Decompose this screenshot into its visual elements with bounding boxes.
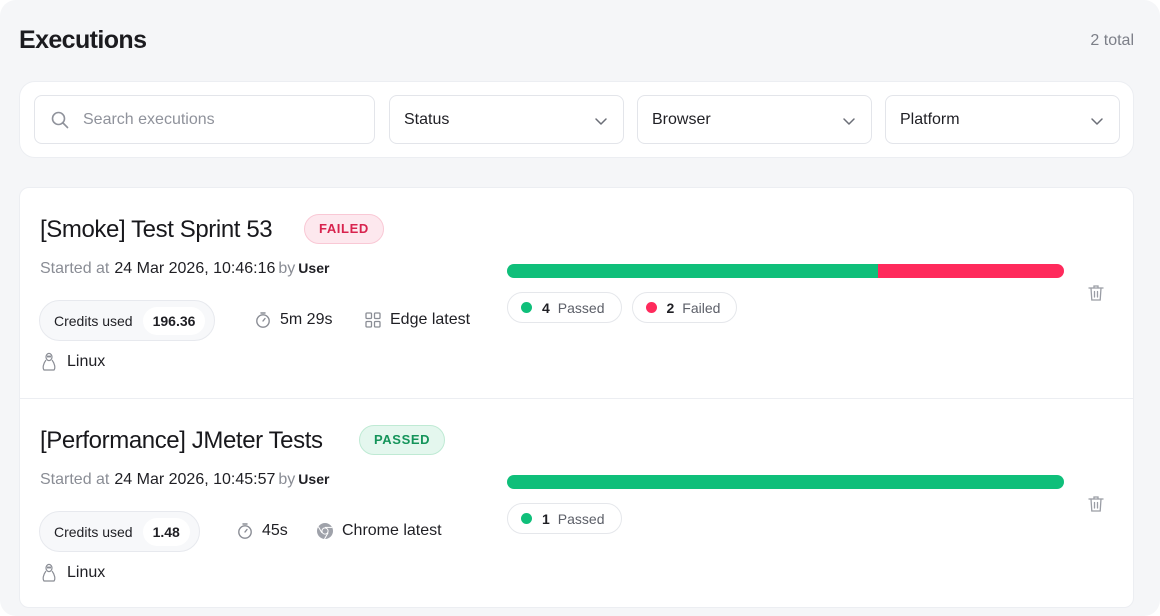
failed-dot <box>645 302 657 313</box>
started-at: Started at 24 Mar 2026, 10:45:57 by User <box>40 471 329 489</box>
platform-name: Linux <box>67 564 106 581</box>
grid-icon <box>365 312 381 328</box>
search-input[interactable]: Search executions <box>34 95 375 144</box>
execution-title[interactable]: [Smoke] Test Sprint 53 <box>40 216 273 244</box>
passed-count-pill: 4 Passed <box>507 292 622 323</box>
linux-icon <box>42 563 56 582</box>
execution-title[interactable]: [Performance] JMeter Tests <box>40 427 323 455</box>
passed-label: Passed <box>557 299 605 316</box>
started-at: Started at 24 Mar 2026, 10:46:16 by User <box>40 260 329 278</box>
filter-bar: Search executions Status Browser Platfor… <box>19 81 1134 158</box>
duration: 45s <box>236 522 288 540</box>
duration-value: 45s <box>262 522 288 539</box>
started-prefix: Started at <box>40 260 110 277</box>
browser-filter-select[interactable]: Browser <box>637 95 872 144</box>
started-date: 24 Mar 2026, 10:45:57 <box>114 471 276 488</box>
credits-label: Credits used <box>54 312 133 329</box>
credits-value: 196.36 <box>142 306 206 335</box>
duration-value: 5m 29s <box>280 311 333 328</box>
browser-name: Chrome latest <box>342 522 442 539</box>
browser-info: Edge latest <box>364 311 470 329</box>
platform-info: Linux <box>41 352 105 372</box>
duration: 5m 29s <box>254 311 332 329</box>
browser-filter-label: Browser <box>652 111 711 128</box>
started-prefix: Started at <box>40 471 110 488</box>
credits-chip: Credits used 196.36 <box>39 300 216 341</box>
user-name: User <box>298 260 330 276</box>
passed-segment <box>507 264 879 278</box>
passed-count: 1 <box>542 510 550 527</box>
page-title: Executions <box>19 26 147 54</box>
status-badge: PASSED <box>359 425 446 455</box>
result-counts: 4 Passed 2 Failed <box>507 292 738 323</box>
chevron-down-icon <box>843 118 855 125</box>
credits-value: 1.48 <box>142 517 190 546</box>
execution-row[interactable]: [Performance] JMeter Tests PASSED Starte… <box>20 398 1133 608</box>
platform-info: Linux <box>41 563 105 583</box>
passed-dot <box>521 302 532 313</box>
credits-chip: Credits used 1.48 <box>39 511 200 552</box>
execution-row[interactable]: [Smoke] Test Sprint 53 FAILED Started at… <box>20 188 1133 398</box>
platform-name: Linux <box>67 353 106 370</box>
stopwatch-icon <box>238 523 252 539</box>
delete-execution-button[interactable] <box>1086 283 1106 303</box>
user-name: User <box>298 471 330 487</box>
failed-count-pill: 2 Failed <box>631 292 738 323</box>
failed-segment <box>878 264 1064 278</box>
passed-count-pill: 1 Passed <box>507 503 622 534</box>
platform-filter-select[interactable]: Platform <box>885 95 1120 144</box>
platform-filter-label: Platform <box>900 111 960 128</box>
search-placeholder: Search executions <box>83 111 215 128</box>
executions-list: [Smoke] Test Sprint 53 FAILED Started at… <box>19 187 1134 608</box>
failed-count: 2 <box>666 299 675 316</box>
credits-label: Credits used <box>54 523 133 540</box>
search-icon <box>51 111 69 129</box>
chrome-icon <box>317 523 333 540</box>
delete-execution-button[interactable] <box>1086 494 1106 514</box>
by-label: by <box>278 260 296 277</box>
result-progress-bar <box>507 264 1064 278</box>
status-filter-label: Status <box>404 111 450 128</box>
chevron-down-icon <box>1091 118 1103 125</box>
linux-icon <box>42 352 56 371</box>
stopwatch-icon <box>256 312 270 328</box>
by-label: by <box>278 471 296 488</box>
passed-segment <box>507 475 1064 489</box>
chevron-down-icon <box>595 118 607 125</box>
result-progress-bar <box>507 475 1064 489</box>
passed-dot <box>521 513 532 524</box>
browser-name: Edge latest <box>390 311 471 328</box>
status-badge: FAILED <box>304 214 384 244</box>
passed-count: 4 <box>542 299 550 316</box>
passed-label: Passed <box>557 510 605 527</box>
failed-label: Failed <box>682 299 721 316</box>
executions-page: Executions 2 total Search executions Sta… <box>0 0 1160 616</box>
started-date: 24 Mar 2026, 10:46:16 <box>114 260 276 277</box>
browser-info: Chrome latest <box>316 522 442 540</box>
total-count: 2 total <box>1090 32 1134 49</box>
result-counts: 1 Passed <box>507 503 622 534</box>
status-filter-select[interactable]: Status <box>389 95 624 144</box>
